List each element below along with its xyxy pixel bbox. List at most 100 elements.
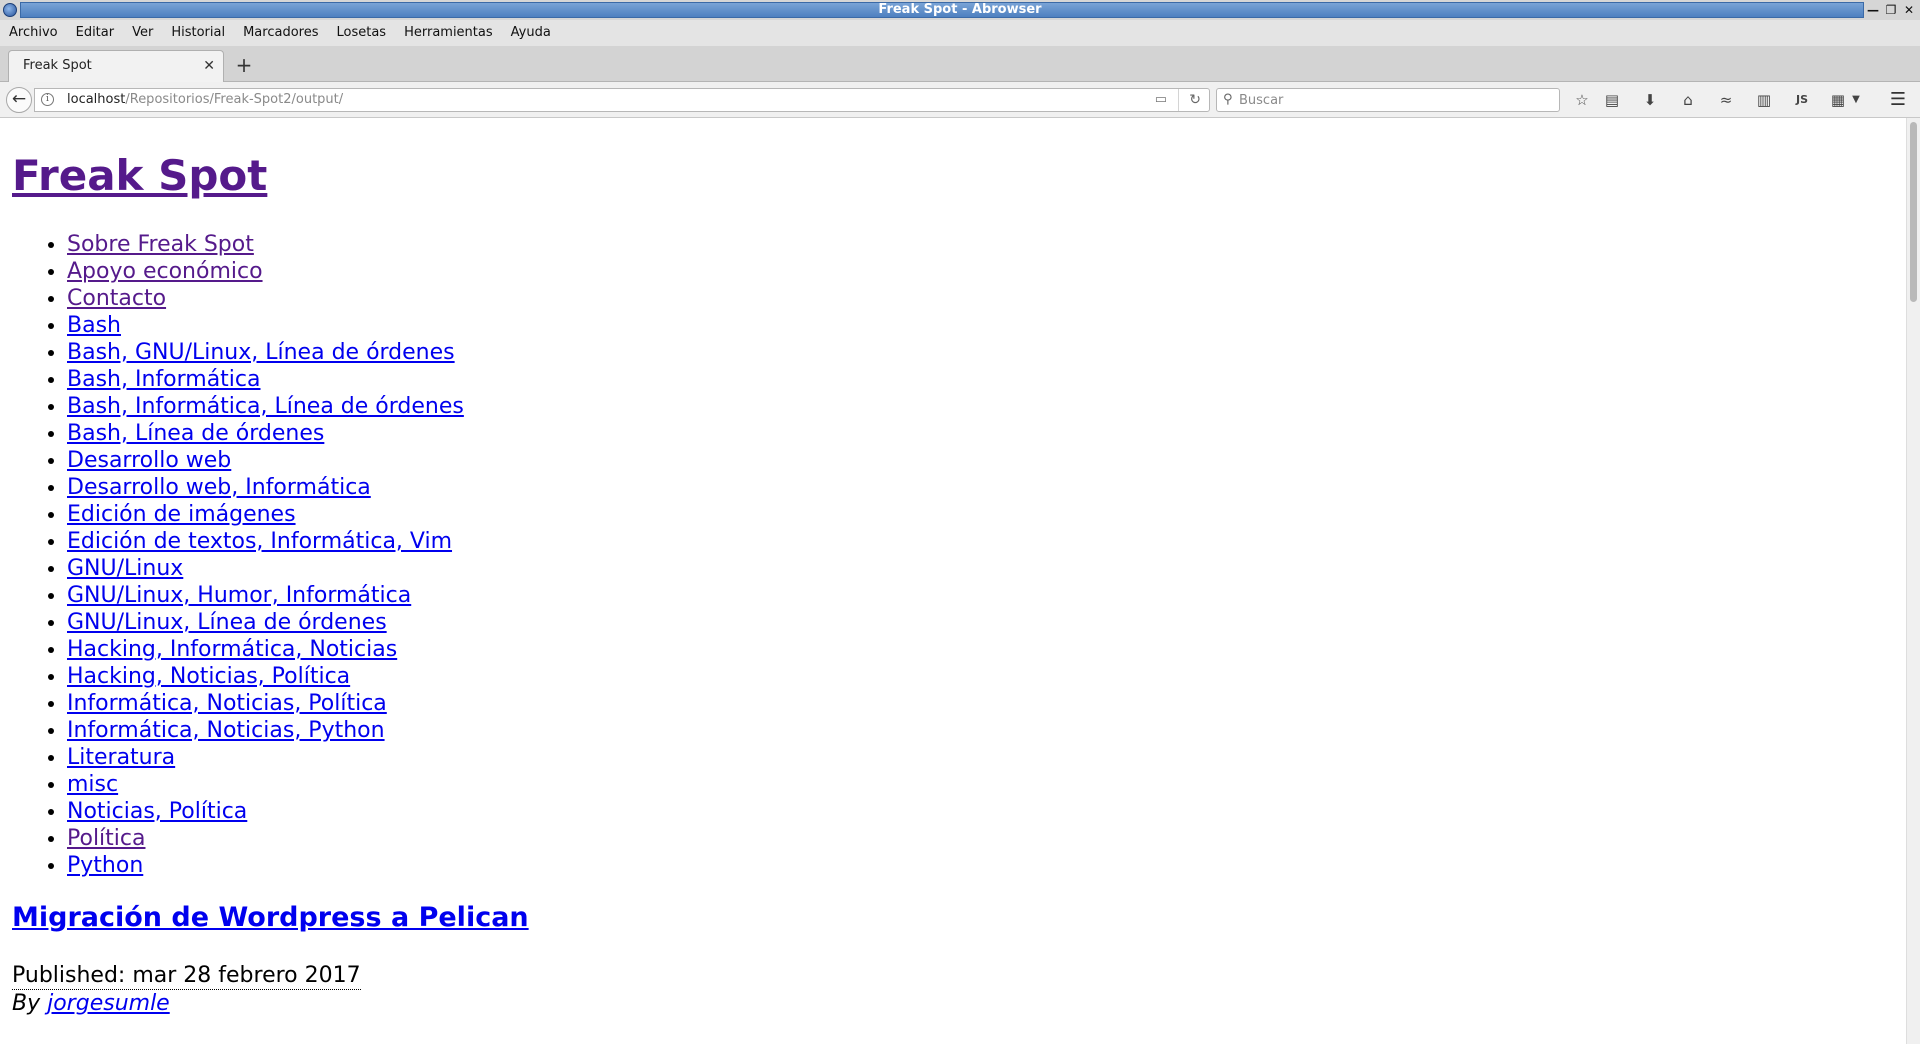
menu-archivo[interactable]: Archivo [0,20,67,46]
menu-marcadores[interactable]: Marcadores [234,20,327,46]
list-item: Bash, GNU/Linux, Línea de órdenes [67,339,464,366]
list-item: Apoyo económico [67,258,464,285]
list-item: Hacking, Informática, Noticias [67,636,464,663]
list-item: Bash, Línea de órdenes [67,420,464,447]
hamburger-menu-icon[interactable]: ☰ [1886,88,1910,112]
library-icon[interactable]: ▥ [1752,88,1776,112]
article-byline: By jorgesumle [12,990,170,1017]
list-item: misc [67,771,464,798]
author-link[interactable]: jorgesumle [47,991,170,1016]
category-link[interactable]: Edición de textos, Informática, Vim [67,529,452,554]
menu-ayuda[interactable]: Ayuda [502,20,560,46]
url-bar[interactable]: i localhost/Repositorios/Freak-Spot2/out… [34,88,1210,112]
category-link[interactable]: Bash, Línea de órdenes [67,421,324,446]
category-link[interactable]: Edición de imágenes [67,502,296,527]
menu-herramientas[interactable]: Herramientas [395,20,502,46]
reload-icon[interactable]: ↻ [1178,89,1201,111]
menu-editar[interactable]: Editar [67,20,124,46]
list-item: Hacking, Noticias, Política [67,663,464,690]
js-icon[interactable]: JS [1790,88,1814,112]
reading-list-icon[interactable]: ▤ [1600,88,1624,112]
category-link[interactable]: Contacto [67,286,166,311]
menu-bar: Archivo Editar Ver Historial Marcadores … [0,20,1920,46]
search-bar[interactable]: ⚲ [1216,88,1560,112]
minimize-icon[interactable]: — [1866,3,1880,17]
dropdown-icon[interactable]: ▼ [1844,88,1868,112]
tab-strip: Freak Spot ✕ + [0,46,1920,82]
list-item: Literatura [67,744,464,771]
category-link[interactable]: Desarrollo web, Informática [67,475,371,500]
download-icon[interactable]: ⬇ [1638,88,1662,112]
list-item: Bash, Informática, Línea de órdenes [67,393,464,420]
back-button[interactable]: ← [6,87,32,113]
list-item: Contacto [67,285,464,312]
category-link[interactable]: misc [67,772,118,797]
category-link[interactable]: Literatura [67,745,175,770]
list-item: Python [67,852,464,879]
site-title: Freak Spot [12,151,267,201]
category-link[interactable]: Informática, Noticias, Python [67,718,385,743]
category-link[interactable]: Bash, GNU/Linux, Línea de órdenes [67,340,455,365]
search-icon: ⚲ [1223,92,1233,107]
article-title: Migración de Wordpress a Pelican [12,901,529,935]
new-tab-button[interactable]: + [232,50,256,80]
vertical-scrollbar[interactable] [1906,118,1920,1044]
list-item: Informática, Noticias, Python [67,717,464,744]
category-link[interactable]: GNU/Linux, Humor, Informática [67,583,411,608]
close-icon[interactable]: ✕ [1902,3,1916,17]
category-link[interactable]: GNU/Linux, Línea de órdenes [67,610,387,635]
menu-historial[interactable]: Historial [162,20,234,46]
list-item: Noticias, Política [67,798,464,825]
star-icon[interactable]: ☆ [1570,88,1594,112]
home-icon[interactable]: ⌂ [1676,88,1700,112]
list-item: Edición de imágenes [67,501,464,528]
category-link[interactable]: Apoyo económico [67,259,263,284]
category-link[interactable]: Noticias, Política [67,799,247,824]
toolbar-icons: ☆ ▤ ⬇ ⌂ ≈ ▥ JS ▦ ▼ [1570,88,1870,112]
list-item: Bash [67,312,464,339]
list-item: Edición de textos, Informática, Vim [67,528,464,555]
category-link[interactable]: Desarrollo web [67,448,231,473]
category-list: Sobre Freak SpotApoyo económicoContactoB… [0,231,464,879]
pocket-icon[interactable]: ≈ [1714,88,1738,112]
category-link[interactable]: Python [67,853,143,878]
window-titlebar: Freak Spot - Abrowser — ❐ ✕ [0,0,1920,20]
category-link[interactable]: Hacking, Noticias, Política [67,664,350,689]
category-link[interactable]: Bash, Informática, Línea de órdenes [67,394,464,419]
menu-ver[interactable]: Ver [123,20,162,46]
tab-freak-spot[interactable]: Freak Spot ✕ [8,50,224,82]
list-item: GNU/Linux [67,555,464,582]
byline-prefix: By [12,991,48,1016]
category-link[interactable]: Bash, Informática [67,367,261,392]
list-item: Desarrollo web, Informática [67,474,464,501]
list-item: Sobre Freak Spot [67,231,464,258]
list-item: Política [67,825,464,852]
window-controls: — ❐ ✕ [1866,0,1916,20]
page-content: Freak Spot Sobre Freak SpotApoyo económi… [0,118,1906,1044]
search-input[interactable] [1239,91,1539,109]
tab-close-icon[interactable]: ✕ [203,51,215,81]
category-link[interactable]: Hacking, Informática, Noticias [67,637,397,662]
window-title: Freak Spot - Abrowser [878,2,1042,17]
category-link[interactable]: Sobre Freak Spot [67,232,254,257]
list-item: Informática, Noticias, Política [67,690,464,717]
category-link[interactable]: Bash [67,313,121,338]
menu-losetas[interactable]: Losetas [328,20,396,46]
list-item: GNU/Linux, Línea de órdenes [67,609,464,636]
url-text[interactable]: localhost/Repositorios/Freak-Spot2/outpu… [67,89,343,111]
list-item: Desarrollo web [67,447,464,474]
url-host: localhost [67,92,126,107]
category-link[interactable]: GNU/Linux [67,556,183,581]
navigation-bar: ← i localhost/Repositorios/Freak-Spot2/o… [0,82,1920,118]
category-link[interactable]: Política [67,826,145,851]
site-info-icon[interactable]: i [41,93,54,106]
published-date: Published: mar 28 febrero 2017 [12,963,361,990]
tab-label: Freak Spot [23,58,92,73]
maximize-icon[interactable]: ❐ [1884,3,1898,17]
scrollbar-thumb[interactable] [1910,122,1917,302]
article-title-link[interactable]: Migración de Wordpress a Pelican [12,902,529,933]
category-link[interactable]: Informática, Noticias, Política [67,691,387,716]
reader-view-icon[interactable]: ▭ [1155,89,1167,111]
url-path: /Repositorios/Freak-Spot2/output/ [125,92,344,107]
site-title-link[interactable]: Freak Spot [12,151,267,200]
